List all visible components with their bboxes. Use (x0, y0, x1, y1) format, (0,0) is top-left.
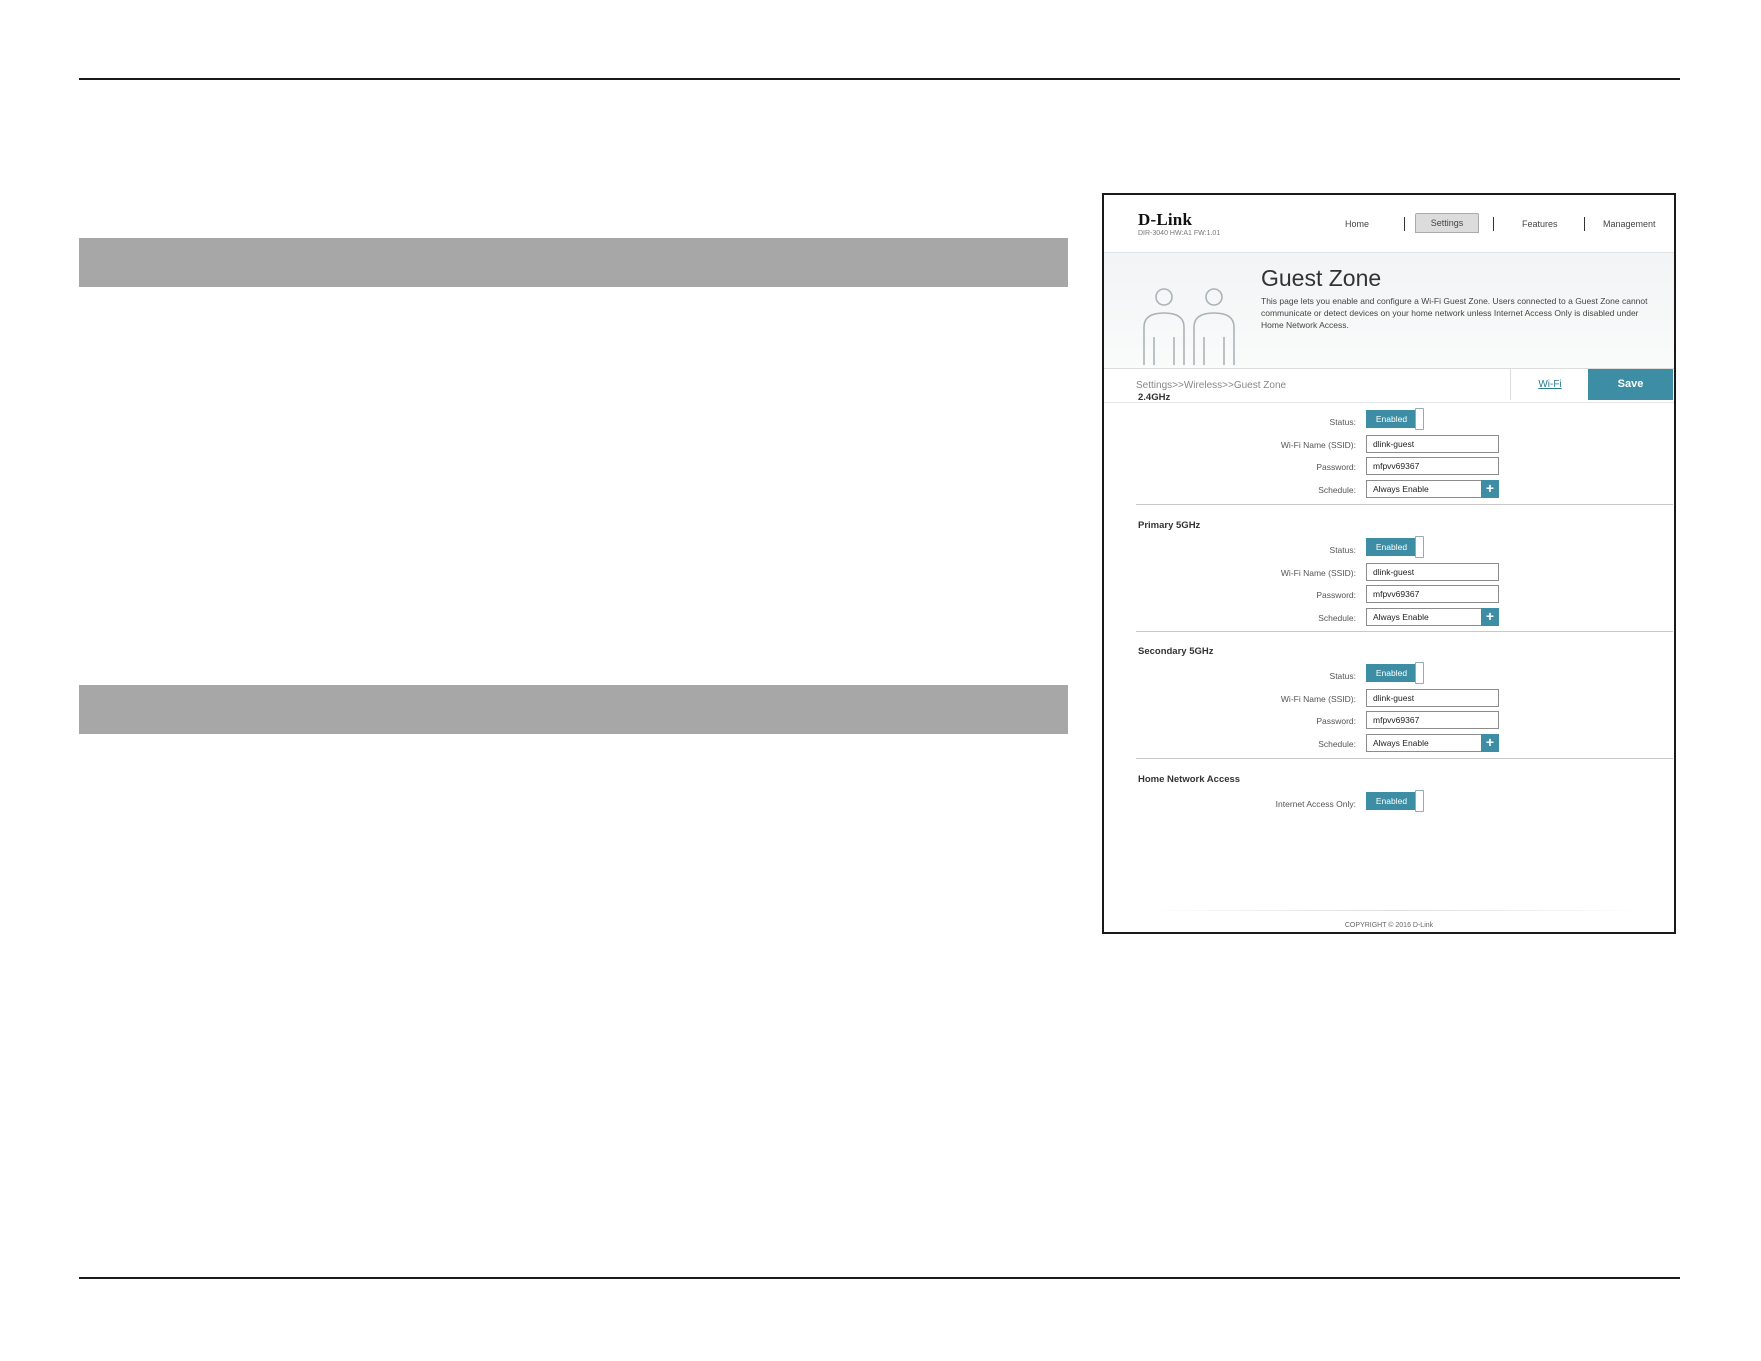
add-schedule-button[interactable]: + (1481, 734, 1499, 752)
nav-features[interactable]: Features (1522, 219, 1558, 229)
nav-home[interactable]: Home (1345, 219, 1369, 229)
nav-management[interactable]: Management (1603, 219, 1656, 229)
page-description: This page lets you enable and configure … (1261, 296, 1648, 330)
nav-separator (1584, 217, 1585, 231)
section-divider (1136, 631, 1673, 632)
band-title-5g-secondary: Secondary 5GHz (1138, 646, 1214, 657)
bottom-rule (79, 1277, 1680, 1279)
section-bar-2 (79, 685, 1068, 734)
add-schedule-button[interactable]: + (1481, 608, 1499, 626)
breadcrumb-bar: Settings>>Wireless>>Guest Zone Wi-Fi Sav… (1104, 368, 1674, 403)
guest-zone-banner: Guest Zone This page lets you enable and… (1104, 252, 1674, 369)
breadcrumb: Settings>>Wireless>>Guest Zone (1136, 380, 1287, 391)
toggle-state: Enabled (1366, 792, 1417, 810)
internet-access-label: Internet Access Only: (1275, 799, 1356, 809)
section-divider (1136, 504, 1673, 505)
schedule-label: Schedule: (1318, 739, 1356, 749)
internet-access-toggle[interactable]: Enabled (1366, 790, 1426, 812)
home-network-title: Home Network Access (1138, 774, 1241, 785)
schedule-value: Always Enable (1373, 484, 1429, 494)
model-info: DIR-3040 HW:A1 FW:1.01 (1138, 230, 1221, 237)
top-rule (79, 78, 1680, 80)
ssid-label: Wi-Fi Name (SSID): (1280, 440, 1356, 450)
toggle-knob[interactable] (1415, 408, 1424, 430)
password-input-5g-primary[interactable]: mfpvv69367 (1366, 585, 1499, 603)
status-toggle-5g-primary[interactable]: Enabled (1366, 536, 1426, 558)
wifi-link[interactable]: Wi-Fi (1510, 369, 1589, 400)
footer-divider (1144, 910, 1644, 911)
toggle-state: Enabled (1366, 664, 1417, 682)
status-toggle-2g[interactable]: Enabled (1366, 408, 1426, 430)
band-title-2g: 2.4GHz (1138, 392, 1171, 403)
status-label: Status: (1329, 671, 1356, 681)
section-divider (1136, 758, 1673, 759)
ssid-input-5g-primary[interactable]: dlink-guest (1366, 563, 1499, 581)
add-schedule-button[interactable]: + (1481, 480, 1499, 498)
guest-users-icon (1143, 288, 1235, 365)
password-input-5g-secondary[interactable]: mfpvv69367 (1366, 711, 1499, 729)
schedule-select-5g-primary[interactable]: Always Enable + (1366, 608, 1499, 626)
dlink-logo: D-Link (1138, 210, 1193, 229)
status-label: Status: (1329, 545, 1356, 555)
status-toggle-5g-secondary[interactable]: Enabled (1366, 662, 1426, 684)
status-label: Status: (1329, 417, 1356, 427)
schedule-label: Schedule: (1318, 485, 1356, 495)
toggle-state: Enabled (1366, 538, 1417, 556)
nav-settings[interactable]: Settings (1415, 213, 1479, 233)
band-title-5g-primary: Primary 5GHz (1138, 520, 1201, 531)
password-label: Password: (1316, 590, 1356, 600)
password-label: Password: (1316, 462, 1356, 472)
ssid-label: Wi-Fi Name (SSID): (1280, 694, 1356, 704)
page-title: Guest Zone (1261, 265, 1382, 291)
ssid-input-5g-secondary[interactable]: dlink-guest (1366, 689, 1499, 707)
schedule-value: Always Enable (1373, 738, 1429, 748)
schedule-select-2g[interactable]: Always Enable + (1366, 480, 1499, 498)
copyright: COPYRIGHT © 2016 D-Link (1344, 922, 1434, 929)
ssid-input-2g[interactable]: dlink-guest (1366, 435, 1499, 453)
schedule-value: Always Enable (1373, 612, 1429, 622)
password-input-2g[interactable]: mfpvv69367 (1366, 457, 1499, 475)
toggle-knob[interactable] (1415, 662, 1424, 684)
password-label: Password: (1316, 716, 1356, 726)
nav-separator (1493, 217, 1494, 231)
ssid-label: Wi-Fi Name (SSID): (1280, 568, 1356, 578)
schedule-label: Schedule: (1318, 613, 1356, 623)
toggle-knob[interactable] (1415, 790, 1424, 812)
router-header: D-Link DIR-3040 HW:A1 FW:1.01 Home Setti… (1104, 195, 1674, 252)
save-button[interactable]: Save (1588, 369, 1673, 400)
schedule-select-5g-secondary[interactable]: Always Enable + (1366, 734, 1499, 752)
nav-separator (1404, 217, 1405, 231)
router-screenshot: D-Link DIR-3040 HW:A1 FW:1.01 Home Setti… (1102, 193, 1676, 934)
toggle-knob[interactable] (1415, 536, 1424, 558)
toggle-state: Enabled (1366, 410, 1417, 428)
section-bar-1 (79, 238, 1068, 287)
